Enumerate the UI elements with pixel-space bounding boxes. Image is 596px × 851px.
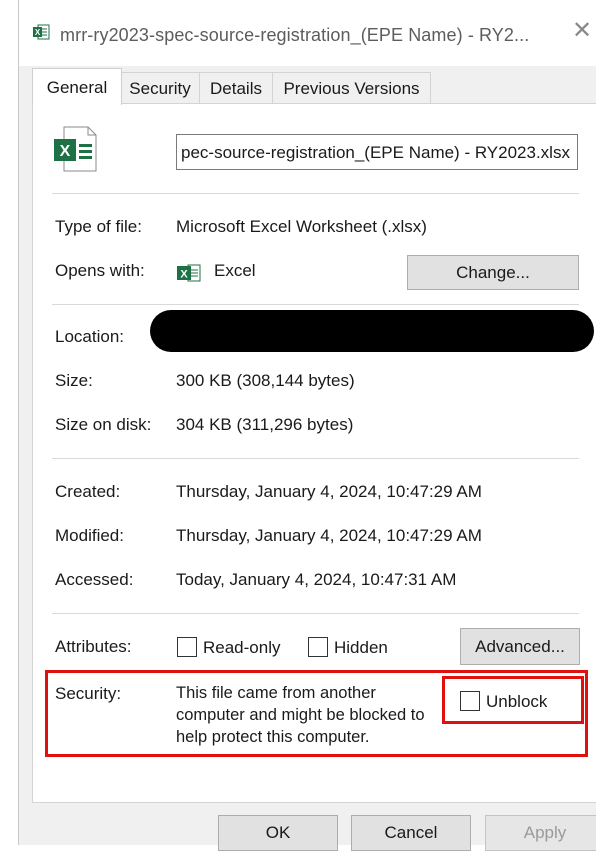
read-only-label[interactable]: Read-only	[203, 638, 281, 658]
hidden-checkbox[interactable]	[308, 637, 328, 657]
separator	[52, 304, 579, 305]
ok-button[interactable]: OK	[218, 815, 338, 851]
size-value: 300 KB (308,144 bytes)	[176, 371, 355, 390]
hidden-label[interactable]: Hidden	[334, 638, 388, 658]
opens-with-value: Excel	[214, 261, 256, 280]
read-only-checkbox[interactable]	[177, 637, 197, 657]
accessed-value: Today, January 4, 2024, 10:47:31 AM	[176, 570, 457, 589]
tab-previous-versions[interactable]: Previous Versions	[272, 72, 431, 103]
tab-details[interactable]: Details	[199, 72, 273, 103]
security-message-line-1: This file came from another	[176, 684, 376, 702]
size-on-disk-label: Size on disk:	[55, 415, 152, 434]
svg-text:X: X	[35, 28, 41, 37]
change-button[interactable]: Change...	[407, 255, 579, 290]
separator	[52, 613, 579, 614]
redacted-location	[150, 310, 594, 352]
location-label: Location:	[55, 327, 124, 346]
tab-security[interactable]: Security	[120, 72, 200, 103]
type-of-file-label: Type of file:	[55, 217, 142, 236]
excel-small-icon: X	[32, 23, 50, 41]
unblock-label[interactable]: Unblock	[486, 692, 547, 712]
unblock-checkbox[interactable]	[460, 691, 480, 711]
modified-label: Modified:	[55, 526, 124, 545]
security-message-line-3: help protect this computer.	[176, 728, 370, 746]
type-of-file-value: Microsoft Excel Worksheet (.xlsx)	[176, 217, 427, 236]
cancel-button[interactable]: Cancel	[351, 815, 471, 851]
window-title: mrr-ry2023-spec-source-registration_(EPE…	[60, 25, 530, 45]
excel-file-icon: X	[50, 124, 98, 174]
created-label: Created:	[55, 482, 121, 501]
size-on-disk-value: 304 KB (311,296 bytes)	[176, 415, 354, 434]
excel-app-icon: X	[176, 262, 202, 284]
separator	[52, 193, 579, 194]
window-border	[18, 0, 19, 845]
separator	[52, 458, 579, 459]
file-name-input[interactable]: pec-source-registration_(EPE Name) - RY2…	[176, 134, 578, 170]
modified-value: Thursday, January 4, 2024, 10:47:29 AM	[176, 526, 482, 545]
svg-text:X: X	[180, 269, 188, 281]
svg-text:X: X	[60, 143, 71, 160]
tab-general[interactable]: General	[32, 68, 122, 105]
attributes-label: Attributes:	[55, 637, 132, 656]
security-message-line-2: computer and might be blocked to	[176, 706, 425, 724]
apply-button[interactable]: Apply	[485, 815, 596, 851]
close-icon[interactable]: ✕	[572, 19, 592, 43]
opens-with-label: Opens with:	[55, 261, 145, 280]
accessed-label: Accessed:	[55, 570, 134, 589]
created-value: Thursday, January 4, 2024, 10:47:29 AM	[176, 482, 482, 501]
size-label: Size:	[55, 371, 93, 390]
advanced-button[interactable]: Advanced...	[460, 628, 580, 665]
security-label: Security:	[55, 684, 122, 703]
